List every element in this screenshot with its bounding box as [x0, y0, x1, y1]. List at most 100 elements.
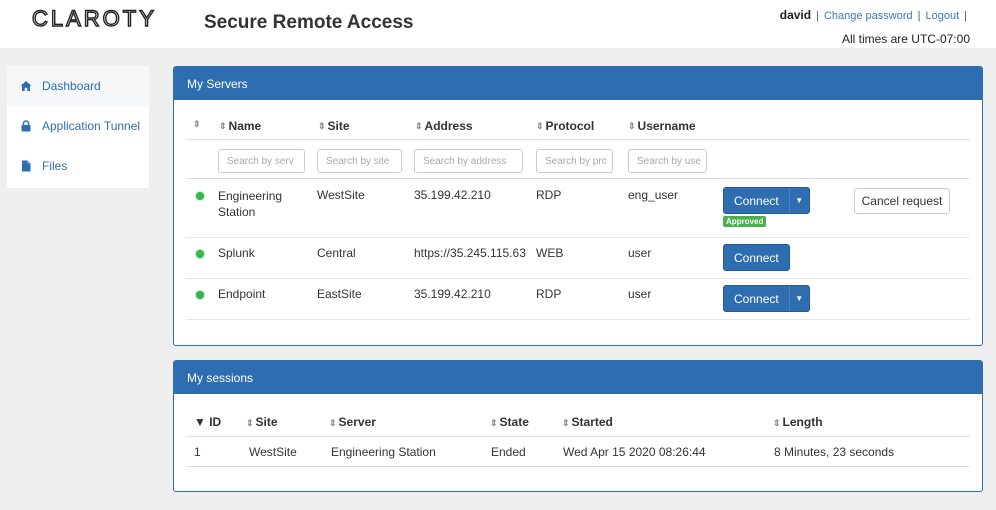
- column-label: Server: [338, 415, 376, 429]
- panel-title: My Servers: [174, 67, 982, 100]
- svg-text:CLAROTY: CLAROTY: [32, 6, 157, 30]
- protocol-column-header[interactable]: ⇕ Protocol: [536, 119, 594, 133]
- my-sessions-panel: My sessions ▼ ID ⇕ Site ⇕ Server ⇕ State ⇕ S…: [173, 360, 983, 492]
- search-site-input[interactable]: [317, 149, 402, 173]
- server-username: user: [628, 287, 652, 301]
- sort-icon: ⇕: [329, 418, 336, 428]
- server-column-header[interactable]: ⇕ Server: [329, 415, 376, 429]
- column-label: Username: [637, 119, 696, 133]
- server-site: WestSite: [317, 188, 365, 202]
- sidebar-item-files[interactable]: Files: [7, 146, 149, 186]
- server-name: Endpoint: [218, 287, 266, 301]
- sort-desc-icon: ▼: [194, 415, 210, 429]
- sort-icon: ⇕: [415, 120, 422, 131]
- server-site: EastSite: [317, 287, 362, 301]
- connect-button[interactable]: Connect ▼: [723, 285, 810, 312]
- session-state: Ended: [491, 445, 526, 459]
- username-column-header[interactable]: ⇕ Username: [628, 119, 696, 133]
- status-column-header[interactable]: ⇕: [193, 119, 203, 130]
- session-site: WestSite: [249, 445, 297, 459]
- sidebar: Dashboard Application Tunnel Files: [7, 66, 149, 188]
- column-label: ID: [209, 415, 222, 429]
- started-column-header[interactable]: ⇕ Started: [562, 415, 613, 429]
- sidebar-item-label: Dashboard: [42, 79, 101, 93]
- search-name-input[interactable]: [218, 149, 305, 173]
- sort-icon: ⇕: [773, 418, 780, 428]
- server-username: eng_user: [628, 188, 679, 202]
- session-row[interactable]: 1 WestSite Engineering Station Ended Wed…: [186, 437, 970, 467]
- search-protocol-input[interactable]: [536, 149, 613, 173]
- sort-icon: ⇕: [193, 119, 200, 129]
- change-password-link[interactable]: Change password: [824, 10, 913, 22]
- sidebar-item-dashboard[interactable]: Dashboard: [7, 66, 149, 106]
- sort-icon: ⇕: [219, 120, 226, 131]
- sort-icon: ⇕: [246, 418, 253, 428]
- online-status-icon: [196, 192, 204, 200]
- separator: |: [964, 10, 967, 22]
- server-name: Splunk: [218, 246, 255, 260]
- length-column-header[interactable]: ⇕ Length: [773, 415, 823, 429]
- sort-icon: ⇕: [536, 120, 543, 131]
- sort-icon: ⇕: [490, 418, 497, 428]
- approved-badge: Approved: [723, 216, 767, 227]
- session-started: Wed Apr 15 2020 08:26:44: [563, 445, 706, 459]
- servers-table-header: ⇕ ⇕ Name ⇕ Site ⇕ Address ⇕ Protocol ⇕ Userna…: [186, 113, 972, 139]
- server-username: user: [628, 246, 652, 260]
- id-column-header[interactable]: ▼ ID: [194, 415, 221, 429]
- column-label: State: [499, 415, 529, 429]
- server-address: https://35.245.115.63: [414, 246, 526, 260]
- filter-row: [186, 139, 970, 179]
- state-column-header[interactable]: ⇕ State: [490, 415, 529, 429]
- lock-icon: [20, 120, 32, 132]
- server-address: 35.199.42.210: [414, 287, 491, 301]
- server-name: Engineering Station: [218, 189, 283, 219]
- username: david: [779, 8, 812, 22]
- server-row-splunk: Splunk Central https://35.245.115.63 WEB…: [186, 238, 970, 279]
- separator: |: [917, 10, 921, 22]
- session-id: 1: [194, 445, 201, 459]
- sessions-table-header: ▼ ID ⇕ Site ⇕ Server ⇕ State ⇕ Started ⇕ Leng…: [186, 407, 970, 437]
- logout-link[interactable]: Logout: [925, 10, 959, 22]
- home-icon: [20, 80, 32, 92]
- column-label: Started: [571, 415, 613, 429]
- server-row-engineering-station: Engineering Station WestSite 35.199.42.2…: [186, 180, 970, 238]
- site-column-header[interactable]: ⇕ Site: [246, 415, 278, 429]
- chevron-down-icon[interactable]: ▼: [788, 188, 809, 213]
- address-column-header[interactable]: ⇕ Address: [415, 119, 473, 133]
- column-label: Site: [255, 415, 278, 429]
- my-servers-panel: My Servers ⇕ ⇕ Name ⇕ Site ⇕ Address ⇕ Proto…: [173, 66, 983, 346]
- connect-label: Connect: [734, 193, 779, 208]
- online-status-icon: [196, 291, 204, 299]
- top-header: CLAROTY Secure Remote Access david | Chang…: [0, 0, 996, 48]
- online-status-icon: [196, 250, 204, 258]
- app-title: Secure Remote Access: [204, 12, 414, 33]
- chevron-down-icon[interactable]: ▼: [788, 286, 809, 311]
- connect-button[interactable]: Connect: [723, 244, 790, 271]
- column-label: Address: [424, 119, 473, 133]
- panel-title: My sessions: [174, 361, 982, 394]
- connect-label: Connect: [734, 250, 779, 265]
- column-label: Site: [327, 119, 350, 133]
- server-row-endpoint: Endpoint EastSite 35.199.42.210 RDP user…: [186, 279, 970, 320]
- column-label: Name: [228, 119, 262, 133]
- column-label: Length: [782, 415, 823, 429]
- session-length: 8 Minutes, 23 seconds: [774, 445, 895, 459]
- server-protocol: RDP: [536, 188, 562, 202]
- site-column-header[interactable]: ⇕ Site: [318, 119, 350, 133]
- server-site: Central: [317, 246, 356, 260]
- search-username-input[interactable]: [628, 149, 707, 173]
- sort-icon: ⇕: [562, 418, 569, 428]
- name-column-header[interactable]: ⇕ Name: [219, 119, 261, 133]
- separator: |: [816, 10, 819, 22]
- connect-label: Connect: [734, 291, 779, 306]
- claroty-logo: CLAROTY: [32, 6, 157, 30]
- cancel-request-button[interactable]: Cancel request: [854, 188, 950, 214]
- file-icon: [20, 160, 32, 172]
- server-protocol: WEB: [536, 246, 564, 260]
- sidebar-item-application-tunnel[interactable]: Application Tunnel: [7, 106, 149, 146]
- connect-button[interactable]: Connect ▼: [723, 187, 810, 214]
- server-address: 35.199.42.210: [414, 188, 491, 202]
- server-protocol: RDP: [536, 287, 562, 301]
- session-server: Engineering Station: [331, 445, 436, 459]
- search-address-input[interactable]: [414, 149, 523, 173]
